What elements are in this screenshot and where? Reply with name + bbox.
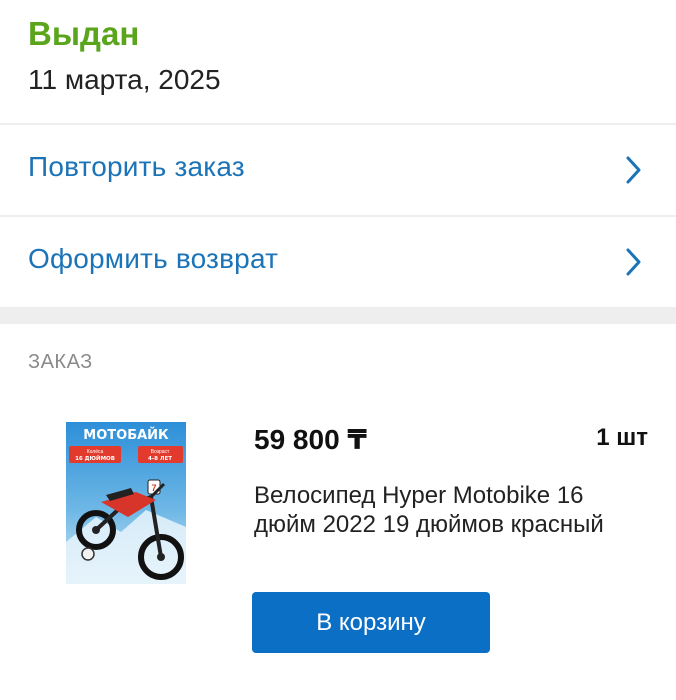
image-right-badge-top: Возраст [151,449,170,455]
return-order-button[interactable]: Оформить возврат [0,217,676,307]
chevron-right-icon [626,248,641,276]
product-image[interactable]: МОТОБАЙК Колёса 16 ДЮЙМОВ Возраст 4-8 ЛЕ… [66,422,186,584]
repeat-order-button[interactable]: Повторить заказ [0,125,676,215]
return-order-label: Оформить возврат [28,243,279,274]
image-right-badge-bottom: 4-8 ЛЕТ [148,456,172,462]
repeat-order-label: Повторить заказ [28,151,245,182]
order-section-label: ЗАКАЗ [28,351,93,373]
order-status-title: Выдан [28,15,140,52]
order-status-date: 11 марта, 2025 [28,64,221,95]
image-left-badge-bottom: 16 ДЮЙМОВ [75,454,115,462]
bicycle-image: МОТОБАЙК Колёса 16 ДЮЙМОВ Возраст 4-8 ЛЕ… [66,422,186,584]
image-headline: МОТОБАЙК [83,427,169,443]
add-to-cart-button[interactable]: В корзину [252,592,490,653]
order-status-block: Выдан 11 марта, 2025 [28,14,221,98]
chevron-right-icon [626,156,641,184]
order-details-screen: Выдан 11 марта, 2025 Повторить заказ Офо… [0,0,676,700]
section-separator [0,307,676,324]
image-left-badge-top: Колёса [87,449,104,455]
product-price: 59 800 ₸ [254,424,367,455]
product-quantity: 1 шт [596,424,648,451]
product-name[interactable]: Велосипед Hyper Motobike 16 дюйм 2022 19… [254,481,634,539]
